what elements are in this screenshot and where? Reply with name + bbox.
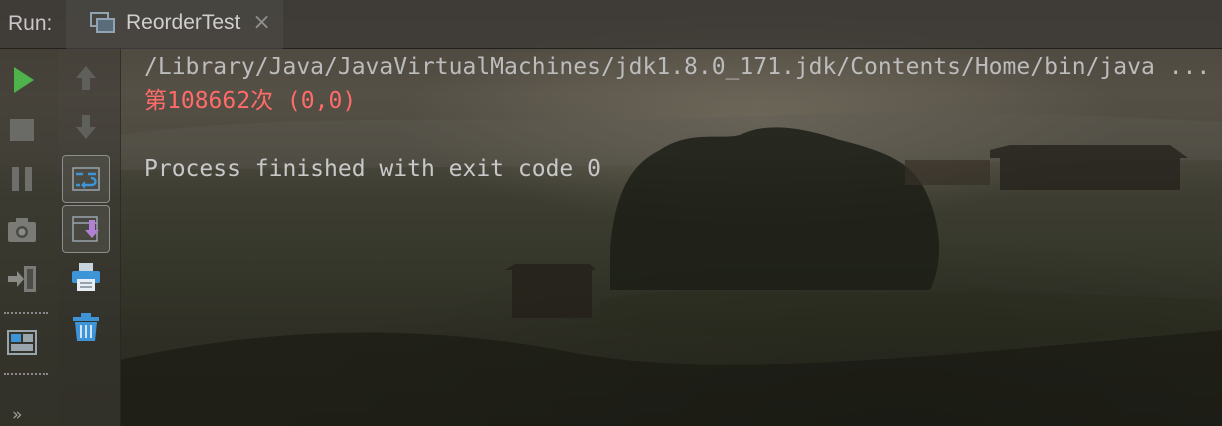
separator <box>4 312 48 314</box>
run-toolbar-primary: » <box>0 49 58 426</box>
pause-icon[interactable] <box>2 159 42 199</box>
close-icon[interactable]: × <box>252 10 270 35</box>
trash-icon[interactable] <box>66 307 106 347</box>
console-line-exit-status: Process finished with exit code 0 <box>144 156 601 182</box>
console-output[interactable]: /Library/Java/JavaVirtualMachines/jdk1.8… <box>144 50 1222 186</box>
scroll-to-end-icon[interactable] <box>62 205 110 253</box>
arrow-down-icon[interactable] <box>66 107 106 147</box>
camera-dump-threads-icon[interactable] <box>2 210 42 250</box>
print-icon[interactable] <box>66 257 106 297</box>
separator <box>4 373 48 375</box>
tab-reordertest[interactable]: ReorderTest × <box>66 0 283 50</box>
exit-icon[interactable] <box>2 259 42 299</box>
run-icon[interactable] <box>4 60 44 100</box>
console-line-command: /Library/Java/JavaVirtualMachines/jdk1.8… <box>144 54 1211 80</box>
more-chevron-icon[interactable]: » <box>12 405 23 425</box>
soft-wrap-icon[interactable] <box>62 155 110 203</box>
run-tool-window-header: Run: ReorderTest × <box>0 0 1222 50</box>
stop-icon[interactable] <box>2 110 42 150</box>
arrow-up-icon[interactable] <box>66 58 106 98</box>
layout-icon[interactable] <box>2 322 42 362</box>
console-window-icon <box>90 11 116 34</box>
tab-title: ReorderTest <box>126 10 241 34</box>
run-label: Run: <box>8 12 53 35</box>
console-line-output: 第108662次 (0,0) <box>144 88 357 114</box>
run-toolbar-secondary <box>58 49 121 426</box>
